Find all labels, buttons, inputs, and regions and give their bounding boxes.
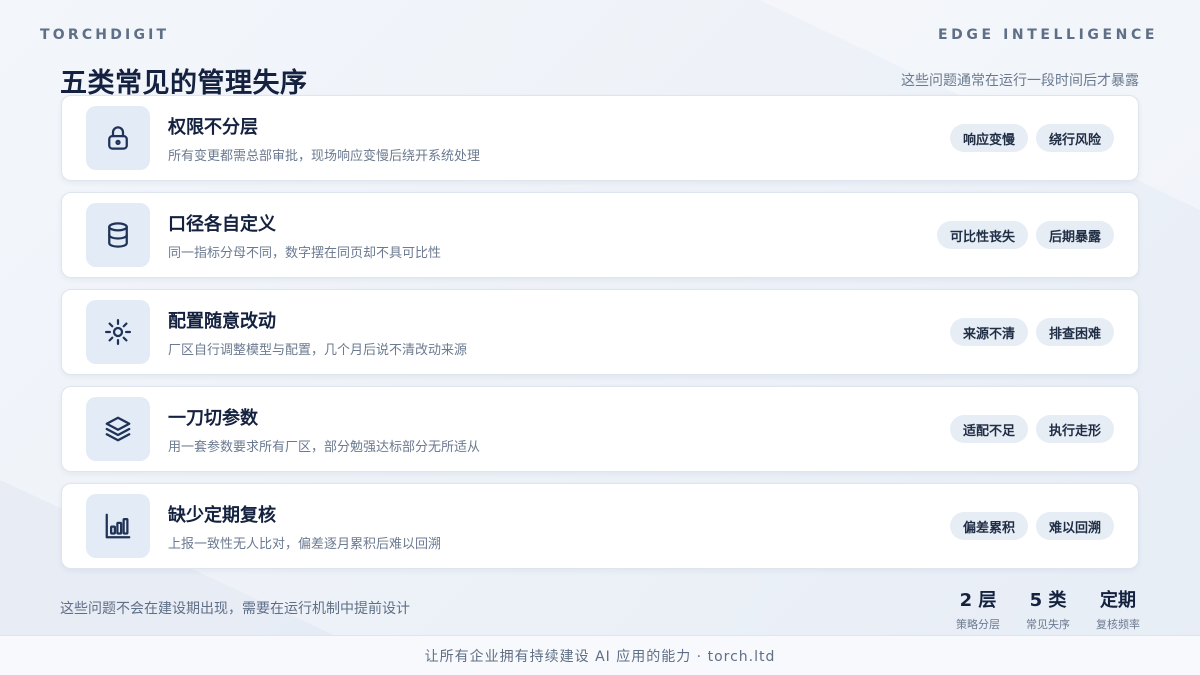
issue-description: 用一套参数要求所有厂区，部分勉强达标部分无所适从 [168,439,481,455]
stat-label: 策略分层 [956,618,1000,631]
issue-tag: 来源不清 [949,318,1028,346]
issue-title: 权限不分层 [168,116,258,138]
issue-tag: 响应变慢 [949,124,1028,152]
sun-icon [105,319,131,345]
issue-card-config: 配置随意改动 厂区自行调整模型与配置，几个月后说不清改动来源 来源不清 排查困难 [61,289,1139,375]
stat-label: 复核频率 [1096,618,1140,631]
stat-label: 常见失序 [1026,618,1070,631]
issue-description: 所有变更都需总部审批，现场响应变慢后绕开系统处理 [168,148,481,164]
issue-icon-box [86,397,150,461]
issue-card-review: 缺少定期复核 上报一致性无人比对，偏差逐月累积后难以回溯 偏差累积 难以回溯 [61,483,1139,569]
issue-card-definitions: 口径各自定义 同一指标分母不同，数字摆在同页却不具可比性 可比性丧失 后期暴露 [61,192,1139,278]
bottom-slogan-bar: 让所有企业拥有持续建设 AI 应用的能力 · torch.ltd [0,635,1200,675]
issue-tag: 适配不足 [949,415,1028,443]
issue-tag: 可比性丧失 [936,221,1028,249]
stat-value: 5 类 [1029,590,1067,611]
bottom-slogan: 让所有企业拥有持续建设 AI 应用的能力 · torch.ltd [424,648,776,665]
footer-note: 这些问题不会在建设期出现，需要在运行机制中提前设计 [60,601,410,617]
issue-description: 厂区自行调整模型与配置，几个月后说不清改动来源 [168,342,468,358]
page-subtitle: 这些问题通常在运行一段时间后才暴露 [901,73,1139,89]
issue-tag: 偏差累积 [949,512,1028,540]
issue-description: 同一指标分母不同，数字摆在同页却不具可比性 [168,245,442,261]
issue-title: 缺少定期复核 [168,504,276,526]
stat-review-frequency: 定期 复核频率 [1096,586,1140,632]
layers-icon [105,416,131,442]
issue-list: 权限不分层 所有变更都需总部审批，现场响应变慢后绕开系统处理 响应变慢 绕行风险… [61,95,1139,580]
issue-title: 配置随意改动 [168,310,276,332]
issue-tag: 绕行风险 [1035,124,1114,152]
issue-title: 口径各自定义 [168,213,276,235]
database-icon [108,222,128,248]
bar-chart-icon [105,513,131,539]
header-tagline: EDGE INTELLIGENCE [937,27,1158,43]
brand-logo-text: TORCHDIGIT [40,27,170,43]
issue-tag: 后期暴露 [1035,221,1114,249]
stat-value: 2 层 [959,590,997,611]
stat-issue-types: 5 类 常见失序 [1026,586,1070,632]
issue-card-params: 一刀切参数 用一套参数要求所有厂区，部分勉强达标部分无所适从 适配不足 执行走形 [61,386,1139,472]
issue-tag: 难以回溯 [1035,512,1114,540]
issue-tag: 执行走形 [1035,415,1114,443]
issue-tag: 排查困难 [1035,318,1114,346]
stat-value: 定期 [1100,590,1136,611]
issue-icon-box [86,494,150,558]
stats-summary: 2 层 策略分层 5 类 常见失序 定期 复核频率 [956,586,1140,632]
issue-card-permissions: 权限不分层 所有变更都需总部审批，现场响应变慢后绕开系统处理 响应变慢 绕行风险 [61,95,1139,181]
issue-icon-box [86,300,150,364]
stat-strategy-layers: 2 层 策略分层 [956,586,1000,632]
issue-icon-box [86,203,150,267]
issue-description: 上报一致性无人比对，偏差逐月累积后难以回溯 [168,536,442,552]
issue-icon-box [86,106,150,170]
issue-title: 一刀切参数 [168,407,258,429]
lock-icon [108,126,128,150]
